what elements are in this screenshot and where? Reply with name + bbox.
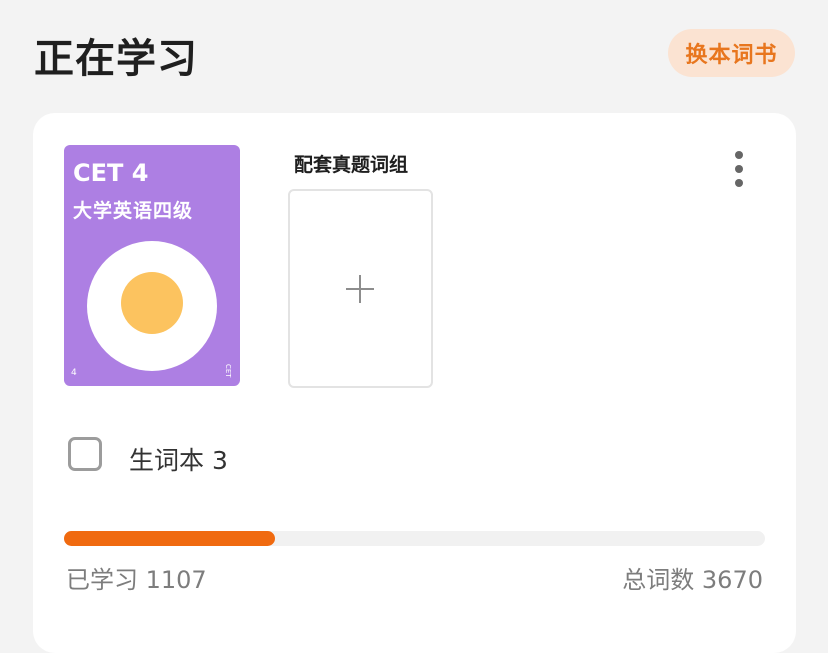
cover-subtitle: 大学英语四级 [73,200,194,222]
cover-level: 4 [71,368,77,378]
learned-count: 已学习 1107 [66,566,207,594]
plus-icon [346,275,374,303]
add-matching-set-button[interactable] [288,189,433,388]
page-title: 正在学习 [34,36,198,82]
cover-title: CET 4 [73,159,149,187]
cover-mark: CET [224,364,232,378]
total-count: 总词数 3670 [622,566,763,594]
egg-illustration [87,241,217,371]
change-book-button[interactable]: 换本词书 [668,29,795,77]
more-vertical-icon[interactable] [732,151,746,187]
current-book-card: CET 4 大学英语四级 4 CET 配套真题词组 生词本 3 已学习 1107… [33,113,796,653]
book-cover[interactable]: CET 4 大学英语四级 4 CET [64,145,240,386]
progress-fill [64,531,276,546]
progress-bar [64,531,765,546]
matching-set-label: 配套真题词组 [294,154,409,176]
vocab-book-label: 生词本 3 [129,446,228,475]
egg-yolk [121,272,183,334]
vocab-book-checkbox[interactable] [68,437,102,471]
